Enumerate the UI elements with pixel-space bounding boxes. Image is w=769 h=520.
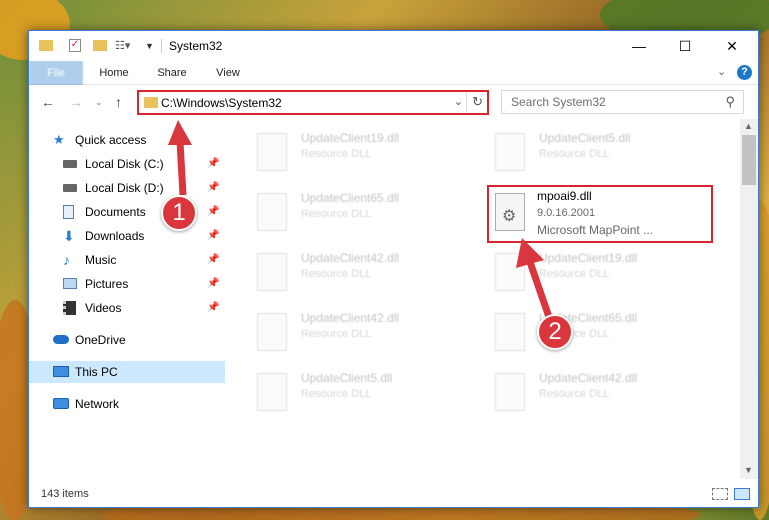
arrow-1-head bbox=[168, 120, 192, 145]
annotation-arrows bbox=[168, 120, 554, 322]
callout-badge-2: 2 bbox=[537, 314, 573, 350]
callout-badge-1: 1 bbox=[161, 195, 197, 231]
arrow-2-head bbox=[516, 238, 544, 268]
arrow-1-shaft bbox=[176, 141, 187, 196]
arrow-2-shaft bbox=[526, 260, 554, 322]
